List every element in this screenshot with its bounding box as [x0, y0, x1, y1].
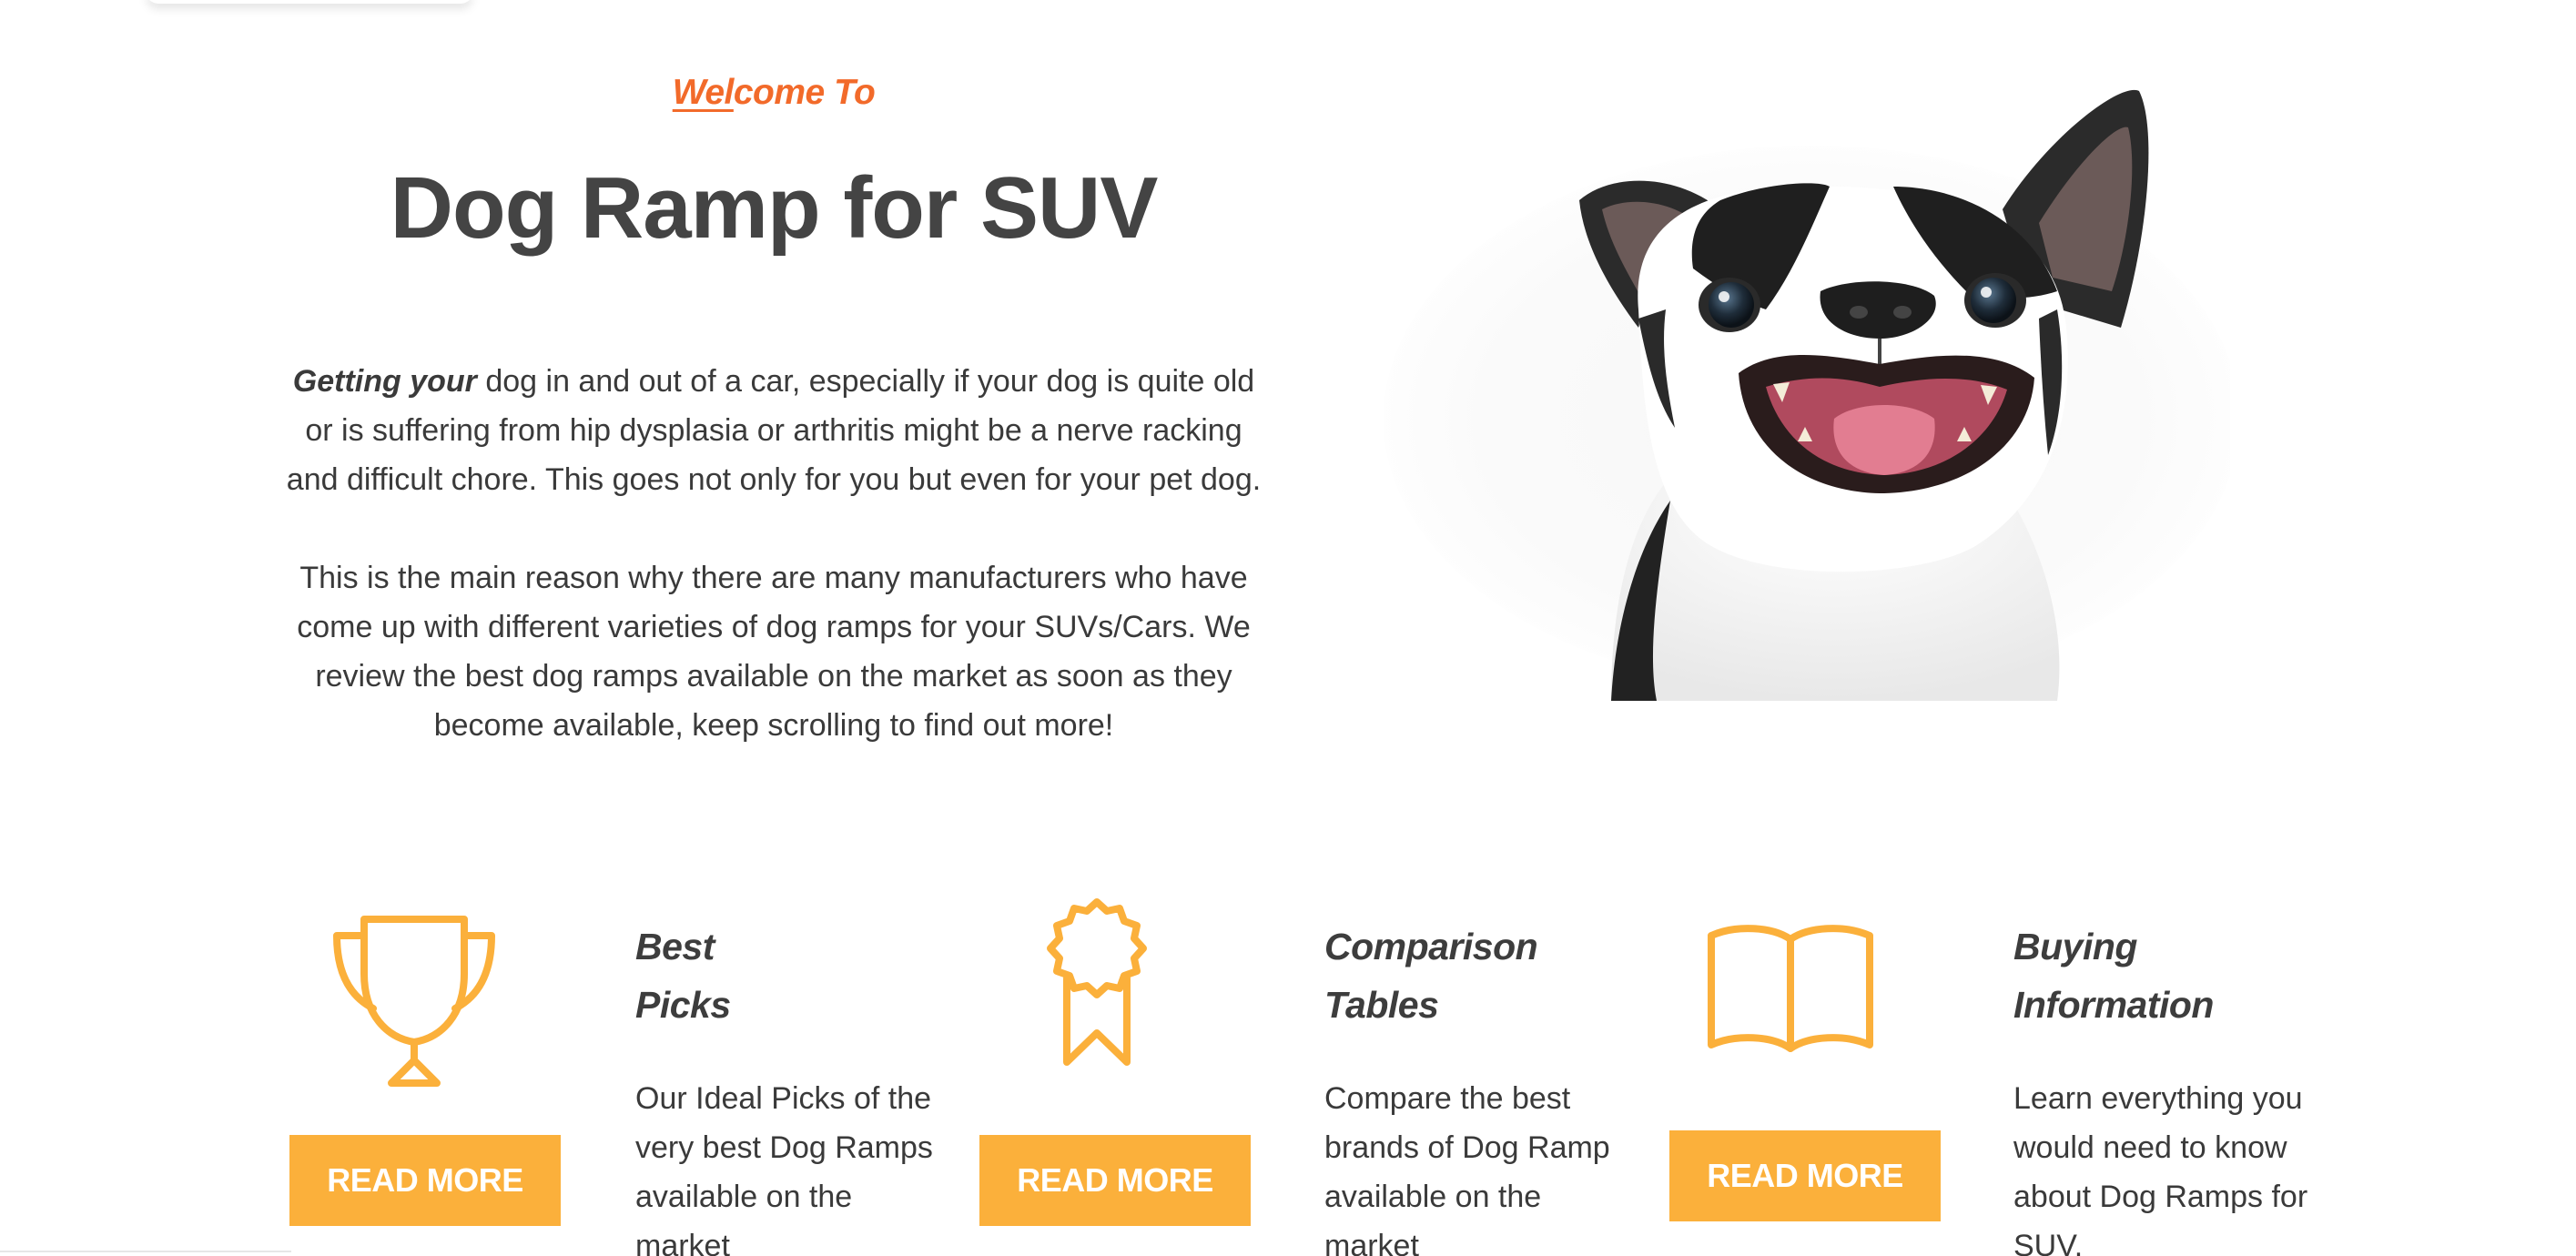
feature-title-comparison-tables: Comparison Tables: [1324, 917, 1538, 1034]
divider: [0, 1251, 291, 1252]
page: Welcome To Dog Ramp for SUV Getting your…: [0, 0, 2576, 1256]
feature-title-best-picks: Best Picks: [635, 917, 731, 1034]
second-paragraph: This is the main reason why there are ma…: [297, 561, 1251, 743]
intro-paragraph: Getting your dog in and out of a car, es…: [282, 357, 1265, 504]
read-more-button-buying-information[interactable]: READ MORE: [1669, 1130, 1941, 1221]
feature-title-line2: Picks: [635, 984, 731, 1026]
feature-desc-comparison-tables: Compare the best brands of Dog Ramp avai…: [1324, 1081, 1610, 1256]
feature-title-line1: Best: [635, 926, 715, 967]
feature-title-buying-information: Buying Information: [2013, 917, 2214, 1034]
page-title: Dog Ramp for SUV: [390, 159, 1159, 257]
feature-title-line1: Buying: [2013, 926, 2137, 967]
read-more-button-best-picks[interactable]: READ MORE: [289, 1135, 561, 1226]
intro-bold: Getting your: [292, 364, 477, 399]
feature-title-line2: Information: [2013, 984, 2214, 1026]
header-bar-remnant: [146, 0, 473, 4]
hero-section: Welcome To Dog Ramp for SUV Getting your…: [282, 73, 1265, 750]
open-book-icon: [1704, 919, 1877, 1056]
feature-desc-buying-information: Learn everything you would need to know …: [2013, 1081, 2308, 1256]
trophy-icon: [328, 910, 501, 1092]
dog-photo: [1338, 73, 2239, 701]
feature-title-line1: Comparison: [1324, 926, 1538, 967]
award-ribbon-icon: [1047, 896, 1147, 1069]
feature-desc-best-picks: Our Ideal Picks of the very best Dog Ram…: [635, 1081, 933, 1256]
welcome-label: Welcome To: [673, 73, 876, 113]
welcome-underlined: Wel: [672, 73, 735, 112]
feature-title-line2: Tables: [1324, 984, 1439, 1026]
read-more-button-comparison-tables[interactable]: READ MORE: [979, 1135, 1251, 1226]
welcome-rest: come To: [733, 73, 876, 112]
